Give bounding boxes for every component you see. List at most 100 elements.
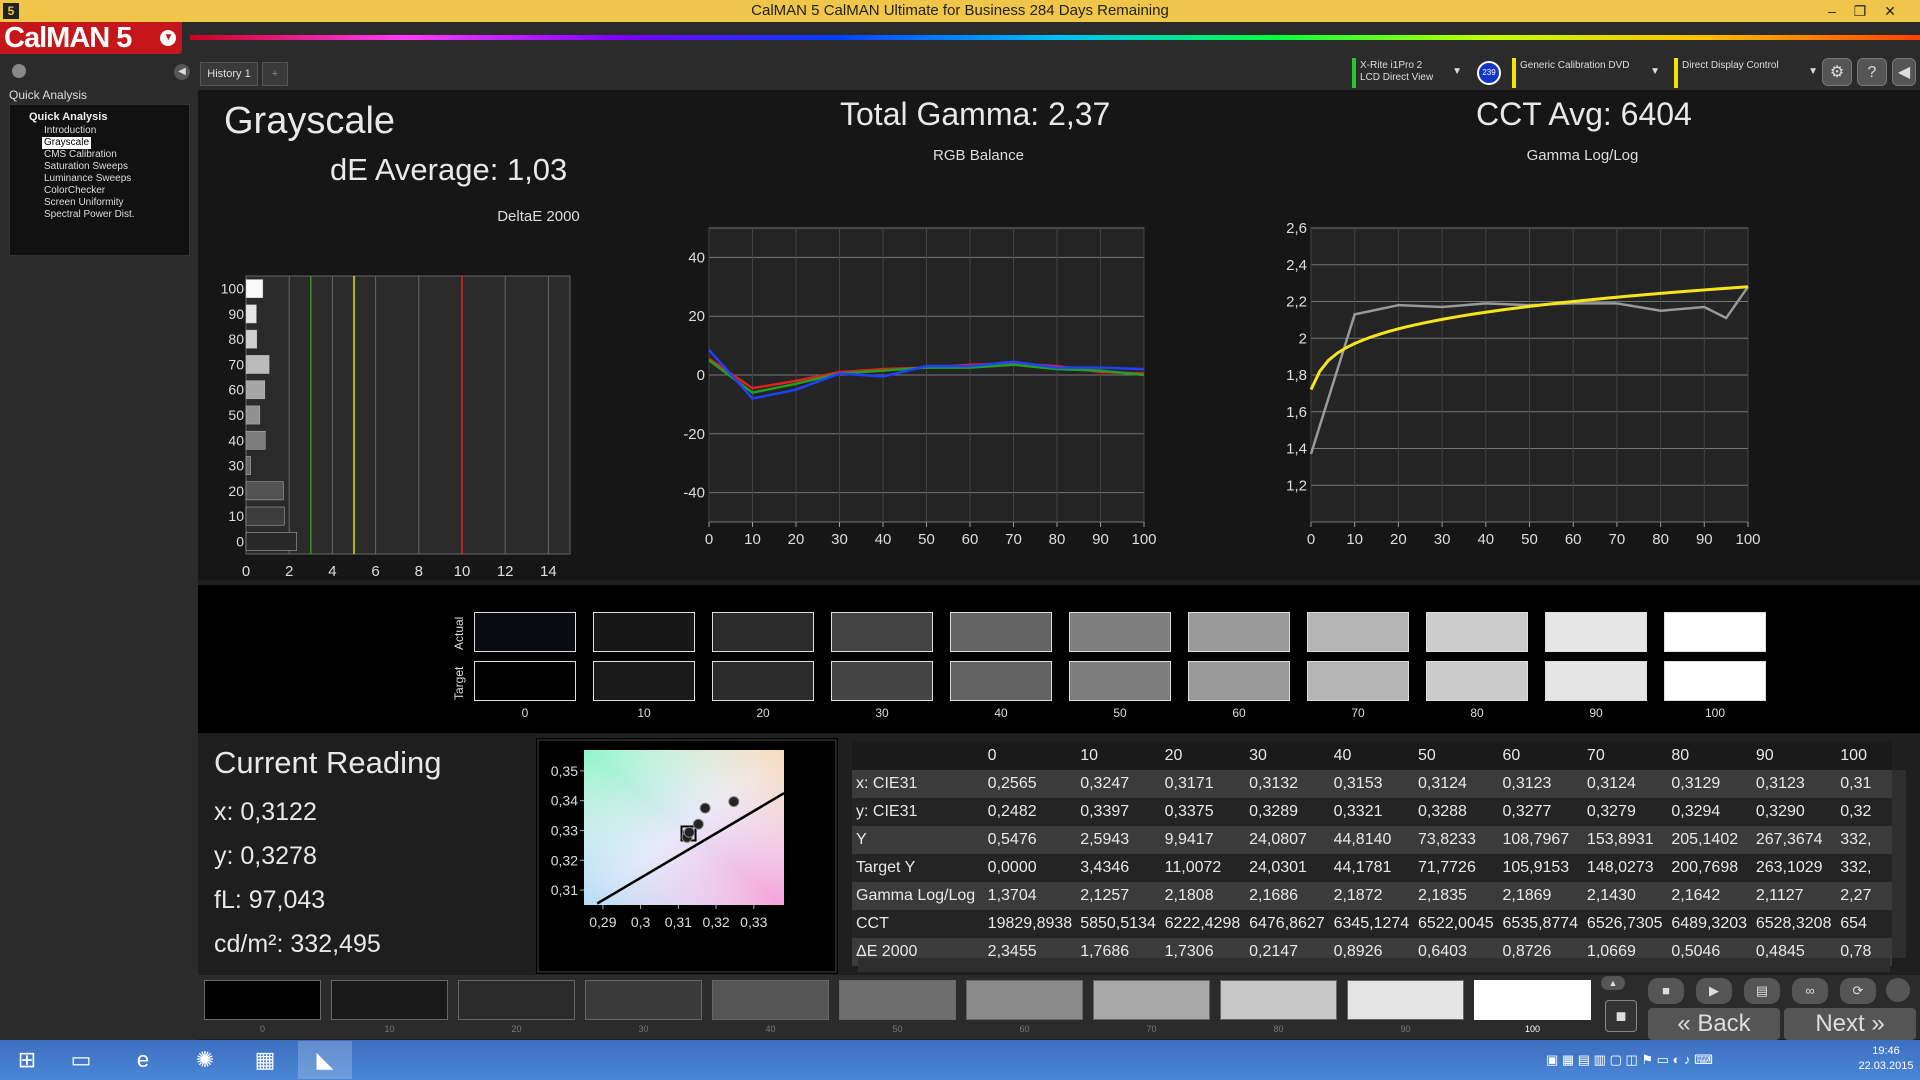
logo-text: CalMAN 5: [4, 22, 132, 54]
x-tick-label: 20: [788, 531, 805, 548]
y-tick-label: -20: [683, 426, 705, 443]
source-selector[interactable]: Generic Calibration DVD ▼: [1512, 58, 1666, 88]
step-swatch[interactable]: [1474, 980, 1591, 1020]
measured-point: [728, 796, 740, 808]
folder-icon[interactable]: ▭: [54, 1041, 108, 1079]
table-cell: 6476,8627: [1245, 910, 1330, 938]
step-swatch[interactable]: [331, 980, 448, 1020]
table-row[interactable]: CCT 19829,8938 5850,5134 6222,4298 6476,8627…: [852, 910, 1892, 938]
measured-point: [683, 826, 695, 838]
tree-section[interactable]: Quick Analysis: [29, 111, 107, 123]
next-button[interactable]: Next »: [1784, 1008, 1916, 1040]
swatch-label: 30: [875, 706, 889, 720]
app-icon[interactable]: ▦: [238, 1041, 292, 1079]
sidebar-item[interactable]: Screen Uniformity: [42, 197, 125, 209]
step-swatch[interactable]: [458, 980, 575, 1020]
play-icon[interactable]: ▶: [1696, 978, 1732, 1004]
column-header: 80: [1671, 747, 1690, 764]
sidebar-item[interactable]: Saturation Sweeps: [42, 161, 130, 173]
stop-icon[interactable]: ■: [1648, 978, 1684, 1004]
chevron-down-icon: ▼: [1650, 66, 1660, 77]
row-label: Y: [852, 826, 984, 854]
x-tick-label: 4: [328, 563, 336, 580]
sidebar-item[interactable]: Introduction: [42, 125, 98, 137]
deltae-bar: [245, 380, 266, 400]
gear-icon[interactable]: ⚙: [1822, 58, 1852, 86]
measured-point: [699, 802, 711, 814]
back-button[interactable]: « Back: [1648, 1008, 1780, 1040]
row-label: Target Y: [852, 854, 984, 882]
step-swatch[interactable]: [585, 980, 702, 1020]
record-icon[interactable]: [1886, 978, 1910, 1002]
x-tick-label: 100: [1735, 531, 1760, 548]
table-row[interactable]: y: CIE31 0,2482 0,3397 0,3375 0,3289 0,3321 0,…: [852, 798, 1892, 826]
column-header: 10: [1080, 747, 1098, 764]
deltae-bar: [245, 405, 261, 425]
table-row[interactable]: Target Y 0,0000 3,4346 11,0072 24,0301 44,178…: [852, 854, 1892, 882]
target-swatch: [1069, 661, 1171, 701]
refresh-icon[interactable]: ⟳: [1840, 978, 1876, 1004]
close-icon[interactable]: ✕: [1876, 0, 1904, 22]
step-swatch[interactable]: [839, 980, 956, 1020]
table-row[interactable]: Y 0,5476 2,5943 9,9417 24,0807 44,8140 73,8233…: [852, 826, 1892, 854]
meter-selector[interactable]: X-Rite i1Pro 2 LCD Direct View ▼: [1352, 58, 1468, 88]
add-tab-button[interactable]: +: [262, 62, 288, 86]
y-tick-label: 80: [228, 331, 244, 347]
tab-history-1[interactable]: History 1: [200, 62, 258, 86]
save-icon[interactable]: ▤: [1744, 978, 1780, 1004]
actual-label: Actual: [452, 616, 466, 650]
step-swatch[interactable]: [1220, 980, 1337, 1020]
app-logo[interactable]: CalMAN 5 ▼: [0, 22, 182, 54]
step-swatch[interactable]: [966, 980, 1083, 1020]
help-icon[interactable]: ?: [1857, 58, 1887, 86]
reading-title: Current Reading: [214, 745, 442, 780]
table-cell: 24,0301: [1245, 854, 1330, 882]
step-swatch[interactable]: [1093, 980, 1210, 1020]
tool-icon[interactable]: ✺: [178, 1041, 232, 1079]
deltae-bar: [245, 481, 284, 501]
restore-icon[interactable]: ❐: [1846, 0, 1874, 22]
target-swatch: [474, 661, 576, 701]
record-icon[interactable]: [12, 64, 26, 78]
loop-icon[interactable]: ∞: [1792, 978, 1828, 1004]
step-swatch[interactable]: [1347, 980, 1464, 1020]
table-row[interactable]: x: CIE31 0,2565 0,3247 0,3171 0,3132 0,3153 0,…: [852, 770, 1892, 798]
sidebar-item[interactable]: Grayscale: [42, 137, 92, 149]
swatch-label: 80: [1470, 706, 1484, 720]
horizontal-scrollbar[interactable]: [858, 958, 1890, 972]
calman-taskbar-icon[interactable]: ◣: [298, 1041, 352, 1079]
stop-square-icon[interactable]: ■: [1605, 1000, 1637, 1032]
step-label: 100: [1524, 1024, 1541, 1034]
step-swatch[interactable]: [712, 980, 829, 1020]
step-swatch[interactable]: [204, 980, 321, 1020]
table-row[interactable]: Gamma Log/Log 1,3704 2,1257 2,1808 2,1686 2,1…: [852, 882, 1892, 910]
step-label: 60: [1019, 1024, 1030, 1034]
tray-icons[interactable]: ▣ ▦ ▤ ▥ ▢ ◫ ⚑ ▭ ◐ ♪ ⌨: [1546, 1052, 1713, 1068]
display-selector[interactable]: Direct Display Control ▼: [1674, 58, 1824, 88]
table-cell: 0,32: [1836, 798, 1892, 826]
meter-badge[interactable]: 239: [1477, 61, 1501, 85]
column-header: 30: [1249, 747, 1267, 764]
sidebar-item[interactable]: ColorChecker: [42, 185, 107, 197]
column-header: 40: [1333, 747, 1352, 764]
arrow-up-icon[interactable]: ▲: [1601, 976, 1625, 990]
collapse-right-icon[interactable]: ◀: [1892, 58, 1916, 86]
sidebar-item[interactable]: Spectral Power Dist.: [42, 209, 137, 221]
table-cell: 0,3153: [1329, 770, 1415, 798]
sidebar-item[interactable]: CMS Calibration: [42, 149, 119, 161]
deltae-bar: [245, 456, 251, 475]
sidebar-item[interactable]: Luminance Sweeps: [42, 173, 133, 185]
vertical-scrollbar[interactable]: [1892, 770, 1906, 958]
browser-icon[interactable]: e: [116, 1041, 170, 1079]
minimize-icon[interactable]: –: [1818, 0, 1846, 22]
table-cell: 2,1686: [1245, 882, 1330, 910]
x-tick-label: 30: [831, 531, 848, 548]
clock[interactable]: 19:46 22.03.2015: [1856, 1044, 1916, 1074]
collapse-left-icon[interactable]: ◀: [174, 64, 190, 80]
meter-mode: LCD Direct View: [1360, 72, 1434, 83]
x-tick-label: 0,32: [702, 914, 729, 930]
table-cell: 0,2482: [983, 798, 1077, 826]
windows-start-icon[interactable]: ⊞: [0, 1041, 54, 1079]
column-header: 70: [1586, 747, 1605, 764]
chevron-down-icon[interactable]: ▼: [160, 30, 176, 46]
